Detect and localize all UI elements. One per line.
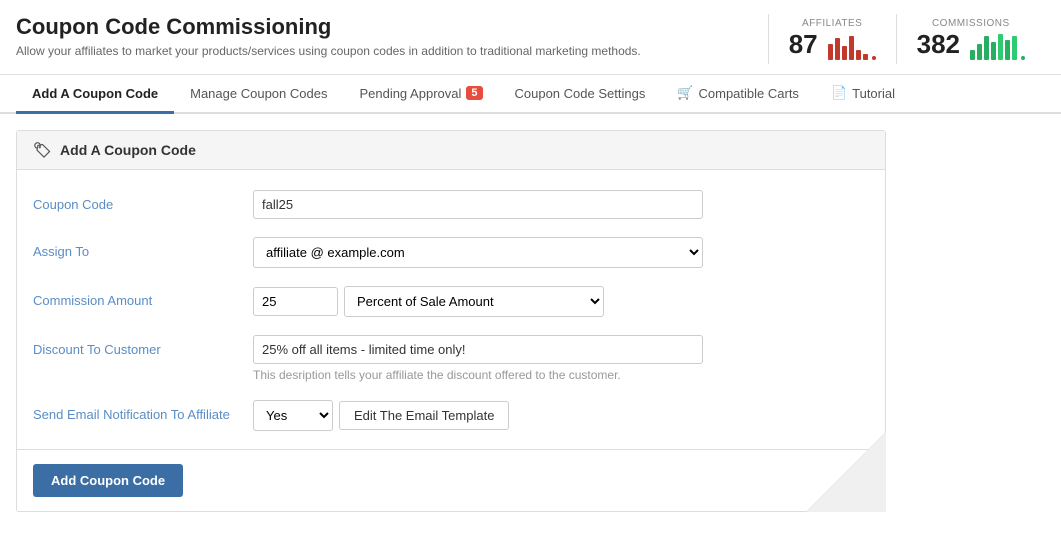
email-notification-row: Send Email Notification To Affiliate Yes… [33,400,869,431]
commissions-chart [970,32,1025,60]
add-coupon-button[interactable]: Add Coupon Code [33,464,183,497]
chart-dot [872,56,876,60]
coupon-code-row: Coupon Code [33,190,869,219]
discount-label: Discount To Customer [33,335,253,357]
tab-compatible-carts[interactable]: 🛒 Compatible Carts [661,75,815,114]
chart-bar [970,50,975,60]
email-notification-label: Send Email Notification To Affiliate [33,400,253,422]
commission-value-input[interactable] [253,287,338,316]
header-left: Coupon Code Commissioning Allow your aff… [16,14,641,58]
chart-bar [977,44,982,60]
commission-amount-row: Commission Amount Percent of Sale Amount… [33,286,869,317]
cart-icon: 🛒 [677,85,693,101]
edit-template-button[interactable]: Edit The Email Template [339,401,509,430]
card-container: 🏷 Add A Coupon Code Coupon Code Assign T… [16,130,886,512]
coupon-code-wrap [253,190,869,219]
tab-carts-label: Compatible Carts [699,86,799,101]
affiliates-value: 87 [789,29,818,60]
chart-bar [984,36,989,60]
chart-bar [828,44,833,60]
commission-type-select[interactable]: Percent of Sale Amount Flat Amount [344,286,604,317]
card-header: 🏷 Add A Coupon Code [17,131,885,170]
chart-bar [849,36,854,60]
email-yes-no-select[interactable]: Yes No [253,400,333,431]
card-footer: Add Coupon Code [17,449,885,511]
chart-bar [863,54,868,60]
commissions-label: COMMISSIONS [932,18,1010,29]
add-coupon-card: 🏷 Add A Coupon Code Coupon Code Assign T… [16,130,886,512]
discount-input[interactable] [253,335,703,364]
doc-icon: 📄 [831,85,847,101]
email-notification-wrap: Yes No Edit The Email Template [253,400,869,431]
chart-bar [856,50,861,60]
page-header: Coupon Code Commissioning Allow your aff… [0,0,1061,75]
card-title: Add A Coupon Code [60,142,196,158]
tab-pending-approval[interactable]: Pending Approval 5 [343,76,498,114]
commissions-stat: COMMISSIONS 382 [896,14,1045,64]
chart-bar [1012,36,1017,60]
email-inline: Yes No Edit The Email Template [253,400,869,431]
discount-row: Discount To Customer This desription tel… [33,335,869,382]
assign-to-label: Assign To [33,237,253,259]
tab-settings-label: Coupon Code Settings [515,86,646,101]
chart-bar [842,46,847,60]
coupon-code-input[interactable] [253,190,703,219]
tag-icon: 🏷 [33,141,52,159]
assign-to-wrap: affiliate @ example.com [253,237,869,268]
page-title: Coupon Code Commissioning [16,14,641,40]
tab-coupon-settings[interactable]: Coupon Code Settings [499,76,662,114]
header-stats: AFFILIATES 87 COMMISSIONS 382 [768,14,1045,64]
tab-manage-coupon[interactable]: Manage Coupon Codes [174,76,343,114]
commissions-value: 382 [917,29,960,60]
tab-tutorial[interactable]: 📄 Tutorial [815,75,911,114]
tab-add-coupon-label: Add A Coupon Code [32,86,158,101]
commission-amount-wrap: Percent of Sale Amount Flat Amount [253,286,869,317]
tab-add-coupon[interactable]: Add A Coupon Code [16,76,174,114]
affiliates-stat: AFFILIATES 87 [768,14,896,64]
tab-tutorial-label: Tutorial [852,86,895,101]
affiliates-label: AFFILIATES [802,18,862,29]
assign-to-select[interactable]: affiliate @ example.com [253,237,703,268]
chart-bar [991,42,996,60]
pending-badge: 5 [466,86,482,100]
coupon-code-label: Coupon Code [33,190,253,212]
tab-manage-label: Manage Coupon Codes [190,86,327,101]
commission-amount-label: Commission Amount [33,286,253,308]
main-content: 🏷 Add A Coupon Code Coupon Code Assign T… [0,114,1061,528]
discount-wrap: This desription tells your affiliate the… [253,335,869,382]
card-body: Coupon Code Assign To affiliate @ exampl… [17,170,885,431]
page-subtitle: Allow your affiliates to market your pro… [16,44,641,58]
chart-bar [1005,40,1010,60]
tab-pending-label: Pending Approval [359,86,461,101]
chart-bar [998,34,1003,60]
affiliates-chart [828,32,876,60]
discount-hint: This desription tells your affiliate the… [253,368,869,382]
tab-bar: Add A Coupon Code Manage Coupon Codes Pe… [0,75,1061,114]
assign-to-row: Assign To affiliate @ example.com [33,237,869,268]
chart-dot [1021,56,1025,60]
chart-bar [835,38,840,60]
commission-inline: Percent of Sale Amount Flat Amount [253,286,869,317]
